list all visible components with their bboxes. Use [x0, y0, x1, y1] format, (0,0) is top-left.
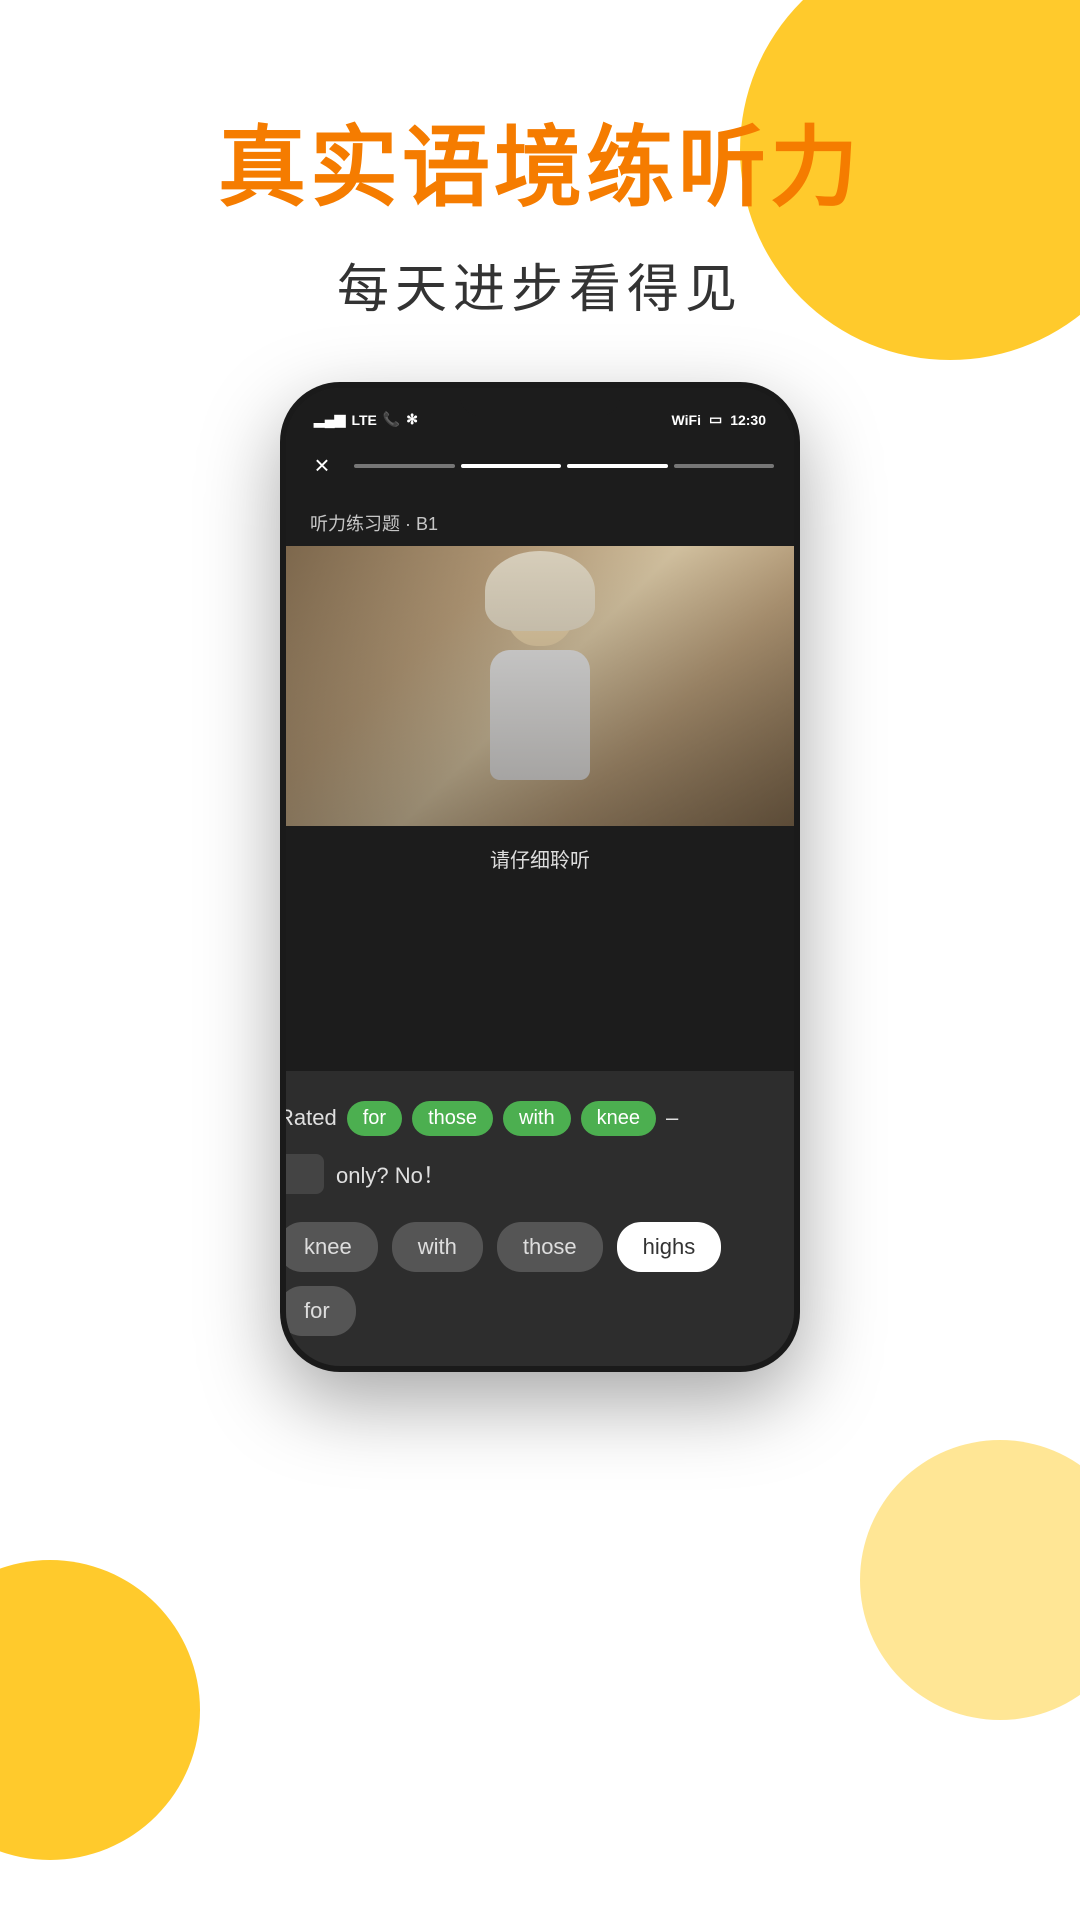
call-icon: 📞: [383, 411, 400, 428]
time-display: 12:30: [730, 412, 766, 428]
sub-title: 每天进步看得见: [218, 247, 862, 322]
progress-seg-2: [461, 464, 562, 468]
choice-those[interactable]: those: [497, 1222, 603, 1272]
video-area[interactable]: [286, 546, 794, 826]
bluetooth-icon: ✻: [406, 411, 418, 428]
pill-those[interactable]: those: [412, 1101, 493, 1136]
phone-mockup: ▂▄▆ LTE 📞 ✻ WiFi ▭ 12:30: [180, 382, 900, 1582]
sentence-line-1: Rated for those with knee –: [286, 1101, 794, 1136]
choice-highs[interactable]: highs: [617, 1222, 722, 1272]
phone-notch: [460, 388, 620, 416]
title-section: 真实语境练听力 每天进步看得见: [218, 120, 862, 322]
progress-seg-1: [354, 464, 455, 468]
exercise-label: 听力练习题 · B1: [286, 494, 794, 546]
signal-icon: ▂▄▆: [314, 411, 345, 428]
word-choices: knee with those highs for: [286, 1222, 794, 1336]
choice-with[interactable]: with: [392, 1222, 483, 1272]
blank-box[interactable]: [286, 1154, 324, 1194]
dash-char: –: [666, 1105, 678, 1131]
progress-seg-3: [567, 464, 668, 468]
word-rated: Rated: [286, 1105, 337, 1131]
network-type: LTE: [351, 412, 376, 428]
choice-knee[interactable]: knee: [286, 1222, 378, 1272]
phone-outer-frame: ▂▄▆ LTE 📞 ✻ WiFi ▭ 12:30: [280, 382, 800, 1372]
pill-for[interactable]: for: [347, 1101, 402, 1136]
listen-prompt: 请仔细聆听: [286, 826, 794, 891]
battery-icon: ▭: [709, 411, 722, 428]
close-button[interactable]: ×: [306, 450, 338, 482]
choice-for[interactable]: for: [286, 1286, 356, 1336]
pill-knee[interactable]: knee: [581, 1101, 656, 1136]
sentence-line-2: only? No！: [286, 1154, 794, 1194]
status-right: WiFi ▭ 12:30: [672, 411, 766, 428]
video-overlay: [286, 546, 794, 826]
pill-with[interactable]: with: [503, 1101, 571, 1136]
suffix-text: only? No！: [336, 1158, 445, 1190]
video-still: [286, 546, 794, 826]
main-title: 真实语境练听力: [218, 120, 862, 217]
top-bar: ×: [286, 438, 794, 494]
phone-inner-frame: ▂▄▆ LTE 📞 ✻ WiFi ▭ 12:30: [286, 388, 794, 1366]
status-left: ▂▄▆ LTE 📞 ✻: [314, 411, 418, 428]
wifi-icon: WiFi: [672, 412, 701, 428]
page-content: 真实语境练听力 每天进步看得见 ▂▄▆ LTE 📞 ✻: [0, 0, 1080, 1920]
progress-bar: [354, 464, 774, 468]
screen-content: ▂▄▆ LTE 📞 ✻ WiFi ▭ 12:30: [286, 388, 794, 1366]
answer-card: Rated for those with knee – only? No！: [286, 1071, 794, 1366]
progress-seg-4: [674, 464, 775, 468]
